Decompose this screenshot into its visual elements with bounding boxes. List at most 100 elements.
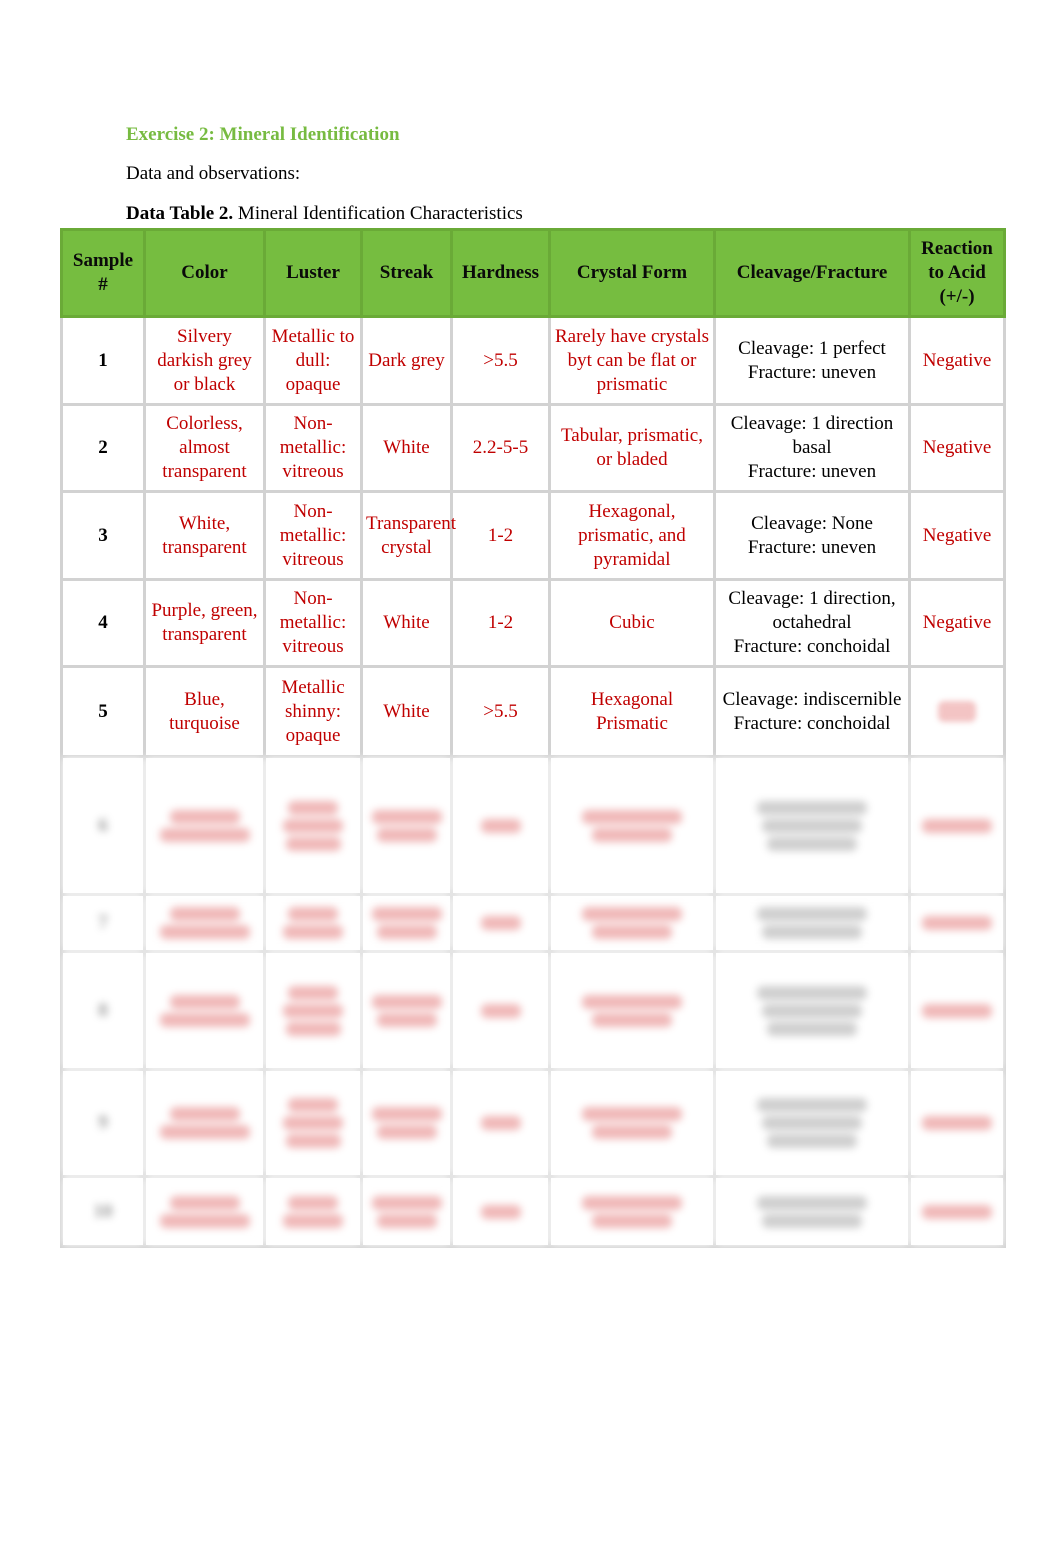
obscured-text [169, 809, 240, 824]
cleavage-text: Cleavage: 1 perfect [738, 337, 886, 359]
cell-streak: White [360, 403, 453, 493]
cell-sample: 7 [60, 893, 146, 953]
cell-reaction-to-acid: Negative [908, 315, 1006, 406]
obscured-cell [713, 1175, 911, 1248]
obscured-text [592, 827, 672, 842]
cell-luster: Non-metallic: vitreous [263, 578, 363, 668]
cell-streak: Dark grey [360, 315, 453, 406]
obscured-text [757, 1195, 867, 1210]
obscured-text [922, 1204, 992, 1219]
obscured-cell [548, 1175, 716, 1248]
obscured-text [371, 1195, 442, 1210]
data-observations-label: Data and observations: [126, 163, 301, 184]
obscured-text [169, 1107, 240, 1121]
cleavage-text: Cleavage: indiscernible [722, 688, 902, 710]
obscured-cell [908, 893, 1006, 953]
obscured-text [288, 1098, 338, 1112]
exercise-heading: Exercise 2: Mineral Identification [126, 124, 400, 145]
cell-hardness: 1-2 [450, 490, 551, 581]
obscured-text [592, 1125, 672, 1139]
obscured-text [169, 1195, 240, 1210]
header-reaction-to-acid: Reaction to Acid (+/-) [908, 228, 1006, 318]
obscured-text [582, 1195, 682, 1210]
obscured-text [922, 1003, 992, 1018]
obscured-cell [263, 755, 363, 896]
obscured-cell [450, 755, 551, 896]
obscured-text [283, 925, 343, 939]
cell-color: Silvery darkish grey or black [143, 315, 266, 406]
cell-sample: 2 [60, 403, 146, 493]
cell-hardness: >5.5 [450, 315, 551, 406]
obscured-text [592, 925, 672, 939]
cell-reaction-to-acid: Negative [908, 403, 1006, 493]
obscured-cell [548, 755, 716, 896]
obscured-text [762, 1213, 862, 1228]
obscured-cell [143, 755, 266, 896]
cell-crystal-form: Cubic [548, 578, 716, 668]
fracture-text: Fracture: uneven [747, 461, 877, 482]
obscured-cell [450, 950, 551, 1071]
obscured-cell [263, 893, 363, 953]
obscured-cell [908, 950, 1006, 1071]
obscured-text [762, 925, 862, 939]
obscured-text [285, 836, 341, 851]
cell-reaction-to-acid: Negative [908, 490, 1006, 581]
header-luster: Luster [263, 228, 363, 318]
mineral-table-container: Sample # Color Luster Streak Hardness Cr… [60, 228, 1006, 1248]
obscured-cell [450, 893, 551, 953]
fracture-text: Fracture: uneven [747, 536, 877, 558]
obscured-cell [360, 1175, 453, 1248]
obscured-cell [713, 950, 911, 1071]
table-row: 1 Silvery darkish grey or black Metallic t… [60, 315, 1006, 406]
table-caption: Data Table 2. Mineral Identification Cha… [126, 203, 523, 225]
obscured-cell [713, 893, 911, 953]
obscured-text [285, 1021, 341, 1036]
cell-streak: White [360, 578, 453, 668]
obscured-table-row: 10 [60, 1175, 1006, 1248]
obscured-cell [143, 893, 266, 953]
obscured-text [582, 907, 682, 921]
obscured-text [922, 818, 992, 833]
cell-sample: 1 [60, 315, 146, 406]
obscured-cell [143, 1175, 266, 1248]
obscured-text [376, 925, 437, 939]
obscured-text [159, 1012, 250, 1027]
cleavage-text: Cleavage: 1 direction, octahedral [728, 588, 896, 633]
cell-reaction-to-acid [908, 665, 1006, 758]
obscured-cell [713, 1068, 911, 1178]
cell-hardness: 1-2 [450, 578, 551, 668]
cell-hardness: 2.2-5-5 [450, 403, 551, 493]
obscured-table-row: 7 [60, 893, 1006, 953]
obscured-text [288, 800, 338, 815]
cell-luster: Non-metallic: vitreous [263, 403, 363, 493]
cell-streak: Transparent crystal [360, 490, 456, 581]
cell-cleavage-fracture: Cleavage: 1 direction basal Fracture: une… [713, 403, 911, 493]
obscured-text [371, 994, 442, 1009]
cell-sample: 10 [60, 1175, 146, 1248]
cell-sample: 8 [60, 950, 146, 1071]
cell-sample: 4 [60, 578, 146, 668]
obscured-text [159, 1125, 250, 1139]
obscured-text [480, 916, 521, 930]
cell-color: Colorless, almost transparent [143, 403, 266, 493]
cleavage-text: Cleavage: None [751, 512, 873, 534]
obscured-text [159, 827, 250, 842]
cleavage-text: Cleavage: 1 direction basal [730, 413, 894, 458]
obscured-text [159, 1213, 250, 1228]
obscured-cell [360, 950, 453, 1071]
obscured-text [762, 1116, 862, 1130]
obscured-table-row: 8 [60, 950, 1006, 1071]
obscured-cell [908, 1175, 1006, 1248]
obscured-text [592, 1012, 672, 1027]
obscured-text [371, 809, 442, 824]
obscured-cell [548, 893, 716, 953]
obscured-text [371, 907, 442, 921]
header-crystal-form: Crystal Form [548, 228, 716, 318]
obscured-text [922, 916, 992, 930]
cell-color: White, transparent [143, 490, 266, 581]
obscured-text [757, 985, 867, 1000]
obscured-cell [360, 1068, 453, 1178]
cell-crystal-form: Hexagonal Prismatic [548, 665, 716, 758]
cell-sample: 9 [60, 1068, 146, 1178]
fracture-text: Fracture: uneven [747, 361, 877, 383]
